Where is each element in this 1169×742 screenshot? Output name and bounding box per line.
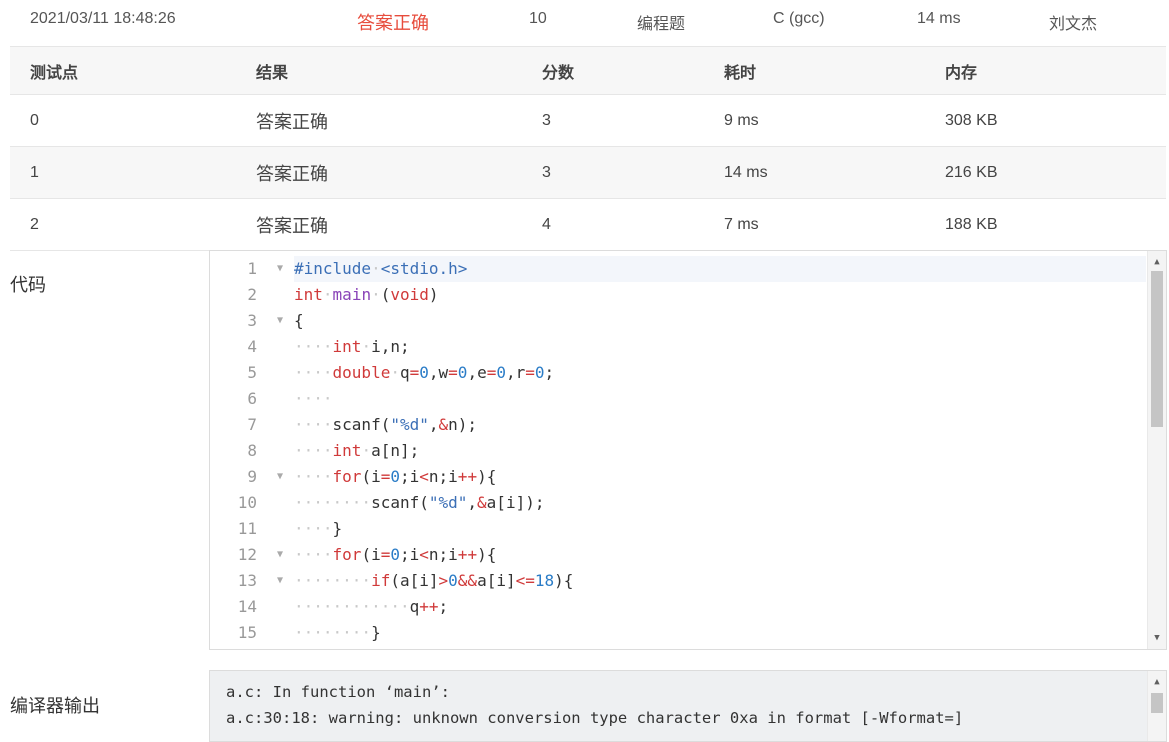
header-result: 结果 <box>236 46 522 95</box>
cell-time: 7 ms <box>704 198 925 251</box>
code-line[interactable]: ···· <box>294 386 1146 412</box>
line-number: 9 ▼ <box>210 464 290 490</box>
line-number: 10 <box>210 490 290 516</box>
line-number: 6 <box>210 386 290 412</box>
line-number-text: 1 <box>247 259 257 278</box>
code-line[interactable]: #include·<stdio.h> <box>294 256 1146 282</box>
line-number: 2 <box>210 282 290 308</box>
line-number: 7 <box>210 412 290 438</box>
code-line[interactable]: { <box>294 308 1146 334</box>
compiler-output-label: 编译器输出 <box>10 696 100 716</box>
scroll-up-arrow-icon[interactable]: ▲ <box>1152 677 1162 687</box>
submission-compiler: C (gcc) <box>773 10 825 27</box>
cell-result: 答案正确 <box>236 146 522 199</box>
cell-memory: 188 KB <box>925 198 1166 251</box>
cell-score: 3 <box>522 94 704 147</box>
header-score: 分数 <box>522 46 704 95</box>
submission-user: 刘文杰 <box>1049 16 1098 33</box>
submission-score: 10 <box>529 10 547 27</box>
cell-time: 9 ms <box>704 94 925 147</box>
code-label: 代码 <box>10 275 46 295</box>
table-row: 0 答案正确 3 9 ms 308 KB <box>10 94 1166 147</box>
cell-memory: 216 KB <box>925 146 1166 199</box>
cell-result: 答案正确 <box>236 94 522 147</box>
cell-score: 4 <box>522 198 704 251</box>
table-row: 2 答案正确 4 7 ms 188 KB <box>10 198 1166 251</box>
line-number: 5 <box>210 360 290 386</box>
fold-triangle-icon[interactable]: ▼ <box>277 568 283 594</box>
fold-triangle-icon[interactable]: ▼ <box>277 542 283 568</box>
header-time: 耗时 <box>704 46 925 95</box>
line-number-text: 12 <box>237 545 257 564</box>
line-number-text: 10 <box>237 493 257 512</box>
line-number: 12 ▼ <box>210 542 290 568</box>
submission-time: 2021/03/11 18:48:26 <box>30 10 176 27</box>
cell-memory: 308 KB <box>925 94 1166 147</box>
code-scrollbar[interactable]: ▲ ▼ <box>1147 251 1166 649</box>
fold-triangle-icon[interactable]: ▼ <box>277 256 283 282</box>
submission-status: 答案正确 <box>357 13 429 33</box>
code-line[interactable]: ····} <box>294 516 1146 542</box>
line-number: 14 <box>210 594 290 620</box>
code-line[interactable]: ········if(a[i]>0&&a[i]<=18){ <box>294 568 1146 594</box>
submission-summary-row: 2021/03/11 18:48:26 答案正确 10 编程题 C (gcc) … <box>0 0 1169 40</box>
line-number-text: 11 <box>237 519 257 538</box>
line-number-text: 7 <box>247 415 257 434</box>
code-line[interactable]: ····int·a[n]; <box>294 438 1146 464</box>
code-line[interactable]: ····scanf("%d",&n); <box>294 412 1146 438</box>
line-number-text: 2 <box>247 285 257 304</box>
code-line[interactable]: ····int·i,n; <box>294 334 1146 360</box>
line-number: 11 <box>210 516 290 542</box>
code-content[interactable]: #include·<stdio.h> int·main·(void){····in… <box>294 251 1146 649</box>
scrollbar-thumb[interactable] <box>1151 693 1163 713</box>
line-number-text: 3 <box>247 311 257 330</box>
scroll-up-arrow-icon[interactable]: ▲ <box>1152 257 1162 267</box>
cell-case: 1 <box>10 146 236 199</box>
compiler-output-box[interactable]: a.c: In function ‘main’: a.c:30:18: warn… <box>209 670 1167 742</box>
line-number: 15 <box>210 620 290 646</box>
cell-case: 0 <box>10 94 236 147</box>
line-number-text: 9 <box>247 467 257 486</box>
code-line[interactable]: ········} <box>294 620 1146 646</box>
cell-case: 2 <box>10 198 236 251</box>
line-number: 8 <box>210 438 290 464</box>
table-header-row: 测试点 结果 分数 耗时 内存 <box>10 46 1166 95</box>
test-results-table: 测试点 结果 分数 耗时 内存 0 答案正确 3 9 ms 308 KB 1 答… <box>10 46 1166 251</box>
line-number-text: 15 <box>237 623 257 642</box>
line-number: 13 ▼ <box>210 568 290 594</box>
line-number: 1 ▼ <box>210 256 290 282</box>
scroll-down-arrow-icon[interactable]: ▼ <box>1152 633 1162 643</box>
line-number-text: 13 <box>237 571 257 590</box>
line-number-text: 6 <box>247 389 257 408</box>
output-scrollbar[interactable]: ▲ <box>1147 671 1166 741</box>
code-line[interactable]: ····for(i=0;i<n;i++){ <box>294 464 1146 490</box>
fold-triangle-icon[interactable]: ▼ <box>277 464 283 490</box>
line-number-text: 14 <box>237 597 257 616</box>
code-line[interactable]: ············q++; <box>294 594 1146 620</box>
code-line[interactable]: ····double·q=0,w=0,e=0,r=0; <box>294 360 1146 386</box>
line-number: 3 ▼ <box>210 308 290 334</box>
line-number-text: 4 <box>247 337 257 356</box>
fold-triangle-icon[interactable]: ▼ <box>277 308 283 334</box>
cell-result: 答案正确 <box>236 198 522 251</box>
line-number-text: 5 <box>247 363 257 382</box>
submission-type: 编程题 <box>637 16 686 33</box>
line-number-gutter: 1 ▼ 2 3 ▼ 4 5 6 7 8 9 ▼ 10 11 12 ▼ 13 ▼ 14 15 <box>210 251 290 649</box>
table-row: 1 答案正确 3 14 ms 216 KB <box>10 146 1166 199</box>
line-number-text: 8 <box>247 441 257 460</box>
compiler-output-line: a.c: In function ‘main’: <box>226 683 450 701</box>
compiler-output-line: a.c:30:18: warning: unknown conversion t… <box>226 709 964 727</box>
cell-time: 14 ms <box>704 146 925 199</box>
submission-runtime: 14 ms <box>917 10 961 27</box>
header-test-case: 测试点 <box>10 46 236 95</box>
line-number: 4 <box>210 334 290 360</box>
code-line[interactable]: ········scanf("%d",&a[i]); <box>294 490 1146 516</box>
scrollbar-thumb[interactable] <box>1151 271 1163 427</box>
code-line[interactable]: int·main·(void) <box>294 282 1146 308</box>
cell-score: 3 <box>522 146 704 199</box>
code-editor[interactable]: 1 ▼ 2 3 ▼ 4 5 6 7 8 9 ▼ 10 11 12 ▼ 13 ▼ 14 15 #include·<std… <box>209 250 1167 650</box>
code-line[interactable]: ····for(i=0;i<n;i++){ <box>294 542 1146 568</box>
header-memory: 内存 <box>925 46 1166 95</box>
